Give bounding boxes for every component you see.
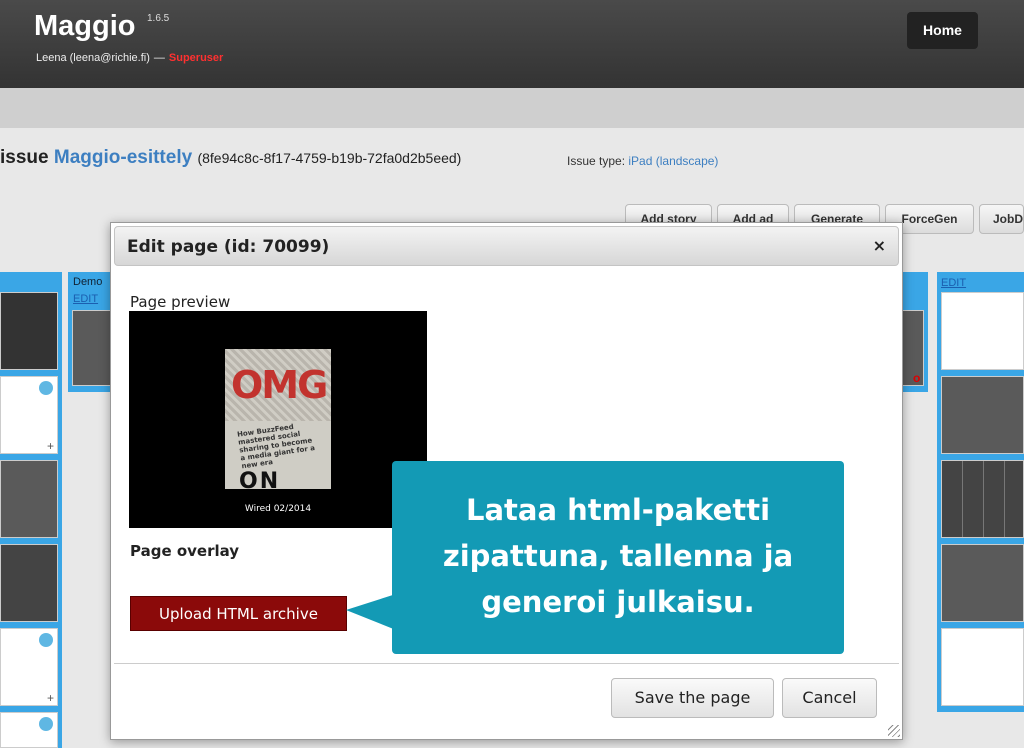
page-overlay-label: Page overlay: [130, 542, 240, 560]
jobd-button[interactable]: JobD: [979, 204, 1024, 234]
modal-title: Edit page (id: 70099): [127, 237, 330, 257]
modal-divider: [114, 663, 899, 664]
page-thumbnail[interactable]: +: [0, 628, 58, 706]
page-thumbnail[interactable]: [941, 292, 1024, 370]
issue-name-link[interactable]: Maggio-esittely: [54, 147, 192, 168]
edit-link[interactable]: EDIT: [941, 277, 966, 289]
page-preview-label: Page preview: [130, 293, 231, 311]
save-page-button[interactable]: Save the page: [611, 678, 774, 718]
page-column-hidden: o: [902, 272, 928, 392]
page-preview-image: OMG How BuzzFeed mastered social sharing…: [129, 311, 427, 528]
page-thumbnail[interactable]: +: [0, 376, 58, 454]
status-dot-icon: [39, 381, 53, 395]
issue-title: issue Maggio-esittely (8fe94c8c-8f17-475…: [0, 147, 461, 169]
page-column-left: + +: [0, 272, 62, 748]
issue-id: (8fe94c8c-8f17-4759-b19b-72fa0d2b5eed): [197, 150, 462, 166]
page-thumbnail[interactable]: [941, 544, 1024, 622]
callout-text: Lataa html-paketti zipattuna, tallenna j…: [442, 493, 794, 619]
page-column-demo: Demo EDIT: [68, 272, 113, 392]
user-separator: —: [153, 52, 165, 64]
magazine-logo-icon: ON: [239, 469, 281, 489]
page-thumbnail[interactable]: [0, 544, 58, 622]
top-navbar: Maggio 1.6.5 Leena (leena@richie.fi) — Sup…: [0, 0, 1024, 88]
column-title: Demo: [73, 276, 103, 288]
instruction-callout: Lataa html-paketti zipattuna, tallenna j…: [392, 461, 844, 654]
user-role-badge: Superuser: [168, 52, 224, 64]
cover-text: How BuzzFeed mastered social sharing to …: [236, 422, 316, 471]
callout-pointer-icon: [346, 594, 396, 630]
add-page-icon[interactable]: +: [47, 439, 54, 453]
page-column-right: EDIT: [937, 272, 1024, 712]
page-thumbnail[interactable]: [72, 310, 112, 386]
page-thumbnail[interactable]: [941, 460, 1024, 538]
resize-grip-icon[interactable]: [888, 725, 900, 737]
page-thumbnail[interactable]: [941, 376, 1024, 454]
page-thumbnail[interactable]: o: [902, 310, 924, 386]
edit-link[interactable]: EDIT: [73, 293, 98, 305]
issue-prefix: issue: [0, 147, 49, 168]
error-marker: o: [913, 371, 921, 385]
modal-header: Edit page (id: 70099) ×: [114, 226, 899, 266]
add-page-icon[interactable]: +: [47, 691, 54, 705]
user-info: Leena (leena@richie.fi) — Superuser: [36, 52, 223, 64]
status-dot-icon: [39, 717, 53, 731]
status-dot-icon: [39, 633, 53, 647]
magazine-cover-image: OMG How BuzzFeed mastered social sharing…: [225, 349, 331, 489]
app-version: 1.6.5: [147, 13, 170, 24]
app-logo[interactable]: Maggio: [34, 10, 136, 43]
preview-caption: Wired 02/2014: [244, 504, 312, 514]
cancel-button[interactable]: Cancel: [782, 678, 877, 718]
close-icon[interactable]: ×: [873, 236, 886, 255]
upload-html-archive-button[interactable]: Upload HTML archive: [130, 596, 347, 631]
page-thumbnail[interactable]: [0, 460, 58, 538]
subheader-strip: [0, 88, 1024, 128]
page-thumbnail[interactable]: [941, 628, 1024, 706]
issue-type-link[interactable]: iPad (landscape): [628, 154, 718, 168]
user-name: Leena (leena@richie.fi): [36, 52, 150, 64]
home-button[interactable]: Home: [907, 12, 978, 49]
issue-type: Issue type: iPad (landscape): [567, 154, 718, 168]
issue-type-label: Issue type:: [567, 154, 626, 168]
cover-headline: OMG: [231, 363, 328, 407]
page-thumbnail[interactable]: [0, 712, 58, 748]
page-thumbnail[interactable]: [0, 292, 58, 370]
